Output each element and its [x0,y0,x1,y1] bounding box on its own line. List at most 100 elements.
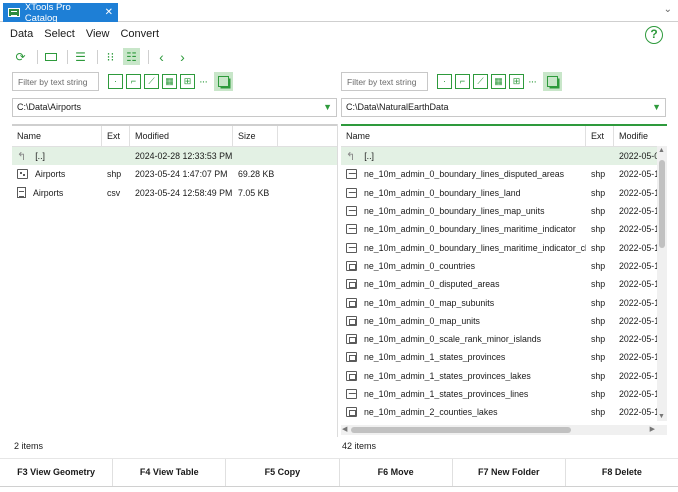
scroll-down-icon[interactable]: ▼ [658,413,665,420]
file-row[interactable]: ne_10m_admin_0_countries shp 2022-05-1 [341,257,667,275]
polygon-filter-icon[interactable]: ⟋ [144,74,159,89]
more-icon[interactable]: ··· [199,76,208,88]
more-icon[interactable]: ··· [528,76,537,88]
modified-cell: 2024-02-28 12:33:53 PM [135,151,233,162]
file-name: ne_10m_admin_0_boundary_lines_maritime_i… [364,224,576,235]
left-filter-input[interactable] [12,72,99,91]
main-toolbar: ⟳ ☰ ⁝⁝ ☷ ‹ › [12,48,195,65]
move-button[interactable]: F6 Move [340,459,453,486]
col-ext[interactable]: Ext [586,126,614,147]
right-vertical-scrollbar[interactable]: ▲ ▼ [657,146,667,421]
chevron-left-icon[interactable]: ‹ [153,48,170,65]
ext-cell: shp [591,407,606,418]
layers-toggle-icon[interactable] [543,72,562,91]
list-view-icon[interactable]: ⁝⁝ [102,48,119,65]
right-item-count: 42 items [342,441,377,451]
tree-view-icon[interactable]: ☰ [72,48,89,65]
line-filter-icon[interactable]: ⌐ [455,74,470,89]
right-rows: ↰ [..] 2022-05-0 ne_10m_admin_0_boundary_li… [341,147,667,421]
help-icon[interactable]: ? [645,26,663,44]
col-name[interactable]: Name [12,126,102,147]
chevron-down-icon[interactable]: ⌄ [664,4,672,15]
file-row[interactable]: ne_10m_admin_0_boundary_lines_maritime_i… [341,238,667,256]
file-row[interactable]: ne_10m_admin_0_map_subunits shp 2022-05-1 [341,293,667,311]
scroll-left-icon[interactable]: ◀ [342,425,347,433]
grid-filter-icon[interactable]: ⊞ [180,74,195,89]
point-filter-icon[interactable]: · [437,74,452,89]
copy-button[interactable]: F5 Copy [226,459,340,486]
catalog-tab[interactable]: XTools Pro Catalog ✕ [3,1,118,24]
panel-divider[interactable] [337,124,338,437]
col-modified[interactable]: Modifie [614,126,667,147]
details-view-icon[interactable]: ☷ [123,48,140,65]
scroll-thumb[interactable] [351,427,571,433]
scroll-up-icon[interactable]: ▲ [658,147,665,154]
file-row[interactable]: ne_10m_admin_1_states_provinces_lines shp… [341,385,667,403]
right-path-value: C:\Data\NaturalEarthData [346,102,449,112]
rename-icon[interactable] [42,48,59,65]
polygon-filter-icon[interactable]: ⟋ [473,74,488,89]
table-filter-icon[interactable]: ▦ [491,74,506,89]
right-filter-input[interactable] [341,72,428,91]
file-row[interactable]: ne_10m_admin_0_boundary_lines_disputed_a… [341,165,667,183]
left-path-select[interactable]: C:\Data\Airports ▼ [12,98,337,117]
menu-data[interactable]: Data [10,28,33,40]
name-cell: ne_10m_admin_0_map_subunits [341,297,586,308]
file-name: ne_10m_admin_1_states_provinces_lakes [364,370,531,381]
right-path-select[interactable]: C:\Data\NaturalEarthData ▼ [341,98,666,117]
file-name: ne_10m_admin_0_boundary_lines_disputed_a… [364,169,565,180]
col-ext[interactable]: Ext [102,126,130,147]
line-feature-class-icon [346,206,357,217]
file-row[interactable]: ne_10m_admin_0_disputed_areas shp 2022-05-… [341,275,667,293]
line-feature-class-icon [346,389,357,399]
file-row[interactable]: Airports shp 2023-05-24 1:47:07 PM 69.28 KB [12,165,337,183]
new-folder-button[interactable]: F7 New Folder [453,459,566,486]
file-row[interactable]: ne_10m_admin_0_map_units shp 2022-05-1 [341,312,667,330]
right-horizontal-scrollbar[interactable]: ◀ ▶ [341,425,667,435]
col-name[interactable]: Name [341,126,586,147]
file-row[interactable]: ne_10m_admin_0_boundary_lines_map_units s… [341,202,667,220]
ext-cell: shp [591,334,606,345]
close-tab-icon[interactable]: ✕ [105,7,113,18]
left-path-value: C:\Data\Airports [17,102,82,112]
ext-cell: shp [591,279,606,290]
file-row[interactable]: ne_10m_admin_1_states_provinces shp 2022-0… [341,348,667,366]
refresh-icon[interactable]: ⟳ [12,48,29,65]
file-row[interactable]: ne_10m_admin_0_boundary_lines_land shp 202… [341,184,667,202]
left-filter-row: · ⌐ ⟋ ▦ ⊞ ··· [12,71,233,92]
grid-filter-icon[interactable]: ⊞ [509,74,524,89]
file-name: ne_10m_admin_2_counties_lakes [364,407,498,418]
col-size[interactable]: Size [233,126,278,147]
menu-convert[interactable]: Convert [120,28,159,40]
scroll-right-icon[interactable]: ▶ [650,425,655,433]
parent-folder-row[interactable]: ↰ [..] 2024-02-28 12:33:53 PM [12,147,337,166]
tab-title: XTools Pro Catalog [24,1,71,24]
chevron-right-icon[interactable]: › [174,48,191,65]
file-name: ne_10m_admin_1_states_provinces [364,352,506,363]
ext-cell: shp [591,352,606,363]
table-filter-icon[interactable]: ▦ [162,74,177,89]
file-row[interactable]: Airports csv 2023-05-24 12:58:49 PM 7.05 KB [12,184,337,202]
chevron-down-icon[interactable]: ▼ [652,99,661,116]
layers-toggle-icon[interactable] [214,72,233,91]
parent-folder-row[interactable]: ↰ [..] 2022-05-0 [341,147,667,166]
file-row[interactable]: ne_10m_admin_1_states_provinces_lakes shp… [341,367,667,385]
ext-cell: shp [591,206,606,217]
file-row[interactable]: ne_10m_admin_2_counties_lakes shp 2022-05-… [341,403,667,421]
delete-button[interactable]: F8 Delete [566,459,678,486]
name-cell: ne_10m_admin_0_boundary_lines_map_units [341,206,586,217]
menu-select[interactable]: Select [44,28,75,40]
chevron-down-icon[interactable]: ▼ [323,99,332,116]
view-geometry-button[interactable]: F3 View Geometry [0,459,114,486]
right-filter-row: · ⌐ ⟋ ▦ ⊞ ··· [341,71,562,92]
file-row[interactable]: ne_10m_admin_0_scale_rank_minor_islands s… [341,330,667,348]
file-row[interactable]: ne_10m_admin_0_boundary_lines_maritime_i… [341,220,667,238]
name-cell: ↰ [..] [12,150,102,163]
line-filter-icon[interactable]: ⌐ [126,74,141,89]
point-filter-icon[interactable]: · [108,74,123,89]
view-table-button[interactable]: F4 View Table [113,459,227,486]
line-feature-class-icon [346,242,357,253]
scroll-thumb[interactable] [659,160,665,248]
menu-view[interactable]: View [86,28,110,40]
col-modified[interactable]: Modified [130,126,233,147]
